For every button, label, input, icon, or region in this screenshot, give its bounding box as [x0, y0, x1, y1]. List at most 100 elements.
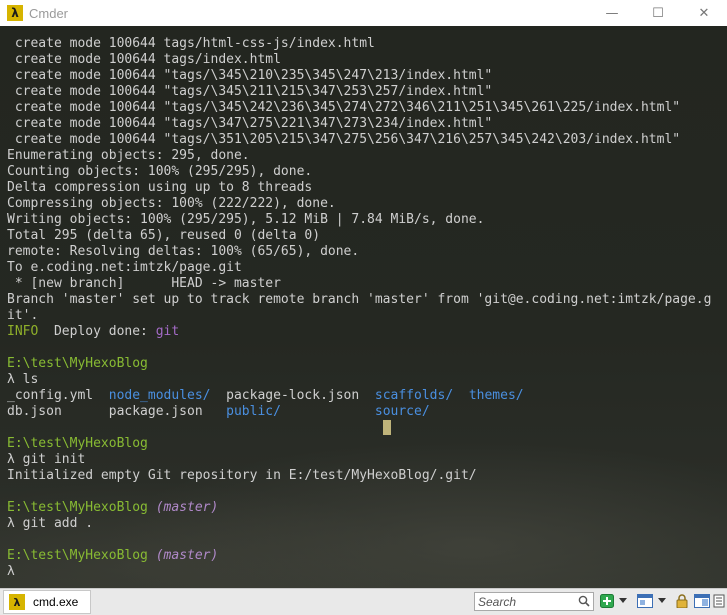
terminal-text-default: Deploy done:: [38, 324, 156, 339]
terminal-line: Compressing objects: 100% (222/222), don…: [7, 196, 711, 212]
terminal-line: create mode 100644 tags/index.html: [7, 52, 711, 68]
terminal-line: Delta compression using up to 8 threads: [7, 180, 711, 196]
terminal-line: Enumerating objects: 295, done.: [7, 148, 711, 164]
terminal-text-default: λ git add .: [7, 516, 94, 531]
layout-icon[interactable]: [637, 593, 653, 609]
terminal-line: it'.: [7, 308, 711, 324]
add-console-icon[interactable]: [600, 593, 614, 609]
terminal-output[interactable]: create mode 100644 tags/html-css-js/inde…: [0, 26, 727, 588]
status-bar: λ cmd.exe: [0, 588, 727, 615]
terminal-line: create mode 100644 "tags/\345\211\215\34…: [7, 84, 711, 100]
tab-label: cmd.exe: [33, 595, 79, 609]
terminal-text-path: E:\test\MyHexoBlog: [7, 436, 148, 451]
terminal-line: E:\test\MyHexoBlog (master): [7, 548, 711, 564]
dropdown-icon[interactable]: [619, 593, 627, 609]
lock-icon[interactable]: [675, 593, 689, 609]
terminal-text-default: remote: Resolving deltas: 100% (65/65), …: [7, 244, 360, 259]
terminal-line: λ git init: [7, 452, 711, 468]
minimize-button[interactable]: —: [589, 0, 635, 26]
terminal-text-dir: source/: [374, 404, 430, 419]
terminal-text-default: Initialized empty Git repository in E:/t…: [7, 468, 477, 483]
terminal-line: _config.yml node_modules/ package-lock.j…: [7, 388, 711, 404]
terminal-line: Total 295 (delta 65), reused 0 (delta 0): [7, 228, 711, 244]
terminal-text-default: db.json package.json: [7, 404, 227, 419]
search-box[interactable]: [474, 592, 594, 611]
terminal-text-default: Enumerating objects: 295, done.: [7, 148, 250, 163]
terminal-text-default: Branch 'master' set up to track remote b…: [7, 292, 712, 307]
terminal-line: To e.coding.net:imtzk/page.git: [7, 260, 711, 276]
terminal-line: λ git add .: [7, 516, 711, 532]
terminal-text-default: Compressing objects: 100% (222/222), don…: [7, 196, 336, 211]
terminal-line: E:\test\MyHexoBlog: [7, 356, 711, 372]
terminal-text-default: create mode 100644 "tags/\345\211\215\34…: [7, 84, 493, 99]
terminal-text-default: [281, 404, 375, 419]
terminal-text-default: Delta compression using up to 8 threads: [7, 180, 313, 195]
terminal-text-default: create mode 100644 "tags/\351\205\215\34…: [7, 132, 681, 147]
terminal-line: create mode 100644 "tags/\345\242\236\34…: [7, 100, 711, 116]
terminal-text-default: λ: [7, 564, 15, 579]
terminal-line: create mode 100644 "tags/\347\275\221\34…: [7, 116, 711, 132]
terminal-line: Initialized empty Git repository in E:/t…: [7, 468, 711, 484]
terminal-text-dir: node_modules/: [108, 388, 211, 403]
title-bar[interactable]: λ Cmder — ☐ ✕: [0, 0, 727, 26]
terminal-text-default: create mode 100644 "tags/\345\242\236\34…: [7, 100, 681, 115]
terminal-text-default: λ ls: [7, 372, 39, 387]
console-tab[interactable]: λ cmd.exe: [3, 590, 91, 614]
terminal-line: E:\test\MyHexoBlog (master): [7, 500, 711, 516]
terminal-text-default: it'.: [7, 308, 39, 323]
terminal-text-default: λ git init: [7, 452, 86, 467]
terminal-text-default: create mode 100644 "tags/\347\275\221\34…: [7, 116, 493, 131]
terminal-text-default: _config.yml: [7, 388, 109, 403]
terminal-text-git: git: [155, 324, 180, 339]
terminal-text-dir: scaffolds/: [374, 388, 454, 403]
terminal-text-default: Writing objects: 100% (295/295), 5.12 Mi…: [7, 212, 485, 227]
terminal-line: create mode 100644 "tags/\351\205\215\34…: [7, 132, 711, 148]
terminal-line: * [new branch] HEAD -> master: [7, 276, 711, 292]
terminal-text-branch: (master): [155, 548, 219, 563]
maximize-button[interactable]: ☐: [635, 0, 681, 26]
layout-icon[interactable]: [694, 593, 710, 609]
dropdown-icon[interactable]: [658, 593, 666, 609]
terminal-lines: create mode 100644 tags/html-css-js/inde…: [7, 36, 711, 580]
terminal-text-default: create mode 100644 "tags/\345\210\235\34…: [7, 68, 493, 83]
terminal-text-default: Total 295 (delta 65), reused 0 (delta 0): [7, 228, 321, 243]
terminal-text-dir: public/: [226, 404, 281, 419]
terminal-text-default: Counting objects: 100% (295/295), done.: [7, 164, 313, 179]
lambda-icon: λ: [7, 5, 23, 21]
terminal-line: Writing objects: 100% (295/295), 5.12 Mi…: [7, 212, 711, 228]
window-controls: — ☐ ✕: [589, 0, 727, 26]
terminal-text-path: E:\test\MyHexoBlog: [7, 548, 156, 563]
terminal-line: λ ls: [7, 372, 711, 388]
menu-icon[interactable]: [713, 593, 725, 609]
terminal-text-dir: themes/: [468, 388, 524, 403]
terminal-line: create mode 100644 tags/html-css-js/inde…: [7, 36, 711, 52]
window-title: Cmder: [29, 5, 69, 21]
search-input[interactable]: [478, 594, 578, 609]
terminal-line: λ: [7, 564, 711, 580]
terminal-text-path: E:\test\MyHexoBlog: [7, 356, 148, 371]
terminal-text-default: create mode 100644 tags/html-css-js/inde…: [7, 36, 375, 51]
terminal-text-default: create mode 100644 tags/index.html: [7, 52, 281, 67]
terminal-line: db.json package.json public/ source/: [7, 404, 711, 420]
terminal-text-default: package-lock.json: [210, 388, 375, 403]
terminal-text-default: [453, 388, 469, 403]
terminal-text-path: E:\test\MyHexoBlog: [7, 500, 156, 515]
text-cursor: [383, 420, 391, 435]
close-button[interactable]: ✕: [681, 0, 727, 26]
terminal-line: INFO Deploy done: git: [7, 324, 711, 340]
terminal-line: create mode 100644 "tags/\345\210\235\34…: [7, 68, 711, 84]
terminal-line: Branch 'master' set up to track remote b…: [7, 292, 711, 308]
lambda-icon: λ: [9, 594, 25, 610]
terminal-text-info: INFO: [7, 324, 39, 339]
terminal-text-default: * [new branch] HEAD -> master: [7, 276, 281, 291]
terminal-text-default: To e.coding.net:imtzk/page.git: [7, 260, 242, 275]
terminal-line: remote: Resolving deltas: 100% (65/65), …: [7, 244, 711, 260]
terminal-line: E:\test\MyHexoBlog: [7, 436, 711, 452]
terminal-text-branch: (master): [155, 500, 219, 515]
terminal-line: Counting objects: 100% (295/295), done.: [7, 164, 711, 180]
search-icon[interactable]: [578, 595, 590, 607]
